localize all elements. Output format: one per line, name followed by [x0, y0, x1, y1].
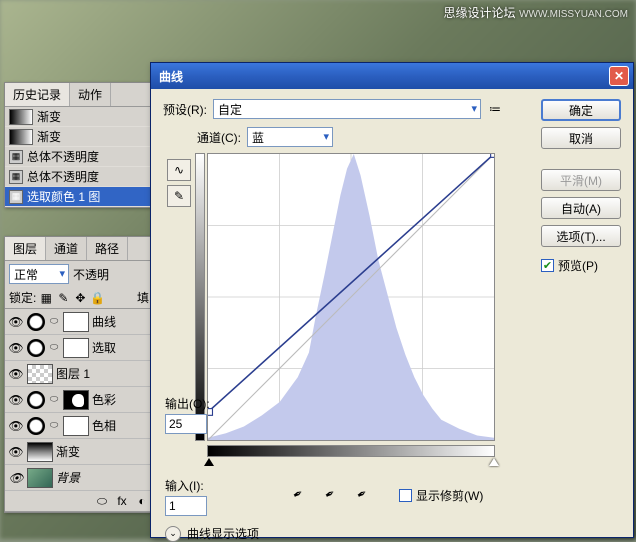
output-input[interactable] [165, 414, 207, 434]
adjustment-icon [27, 417, 45, 435]
layer-label: 色相 [92, 417, 116, 434]
preset-menu-icon[interactable]: ≔ [487, 101, 503, 117]
history-item[interactable]: 渐变 [5, 127, 153, 147]
layer-item[interactable]: 👁 ⬭ 色彩 [5, 387, 153, 413]
lock-label: 锁定: [9, 289, 36, 306]
show-clipping-checkbox[interactable] [399, 489, 412, 502]
link-icon: ⬭ [48, 420, 60, 431]
eyedropper-white-icon[interactable]: ✒ [350, 482, 375, 507]
input-gradient [207, 445, 495, 457]
eyedropper-black-icon[interactable]: ✒ [286, 482, 311, 507]
eyedropper-gray-icon[interactable]: ✒ [318, 482, 343, 507]
layer-thumb [27, 468, 53, 488]
adjustment-icon [27, 339, 45, 357]
tab-channels[interactable]: 通道 [46, 237, 87, 260]
history-item[interactable]: ▦总体不透明度 [5, 147, 153, 167]
layer-thumb [63, 416, 89, 436]
mask-icon[interactable]: ◐ [135, 494, 149, 508]
options-button[interactable]: 选项(T)... [541, 225, 621, 247]
tab-paths[interactable]: 路径 [87, 237, 128, 260]
layer-item[interactable]: 👁 ⬭ 曲线 [5, 309, 153, 335]
visibility-icon[interactable]: 👁 [8, 340, 24, 356]
tab-actions[interactable]: 动作 [70, 83, 111, 106]
preview-checkbox[interactable]: ✔ [541, 259, 554, 272]
layer-label: 渐变 [56, 443, 80, 460]
layer-thumb [63, 312, 89, 332]
channel-label: 通道(C): [197, 129, 241, 146]
fill-label: 填 [137, 289, 149, 306]
layer-item[interactable]: 👁 ⬭ 色相 [5, 413, 153, 439]
fx-icon[interactable]: fx [115, 494, 129, 508]
link-icon: ⬭ [48, 394, 60, 405]
titlebar[interactable]: 曲线 ✕ [151, 63, 633, 89]
watermark-text: 思缘设计论坛 [443, 6, 515, 20]
layer-thumb [63, 338, 89, 358]
link-icon: ⬭ [48, 342, 60, 353]
auto-button[interactable]: 自动(A) [541, 197, 621, 219]
layer-item[interactable]: 👁 渐变 [5, 439, 153, 465]
visibility-icon[interactable]: 👁 [8, 314, 24, 330]
curve-point-tool[interactable]: ∿ [167, 159, 191, 181]
layer-thumb [27, 442, 53, 462]
adjustment-icon [27, 391, 45, 409]
layer-label: 背景 [56, 469, 80, 486]
disclosure-button[interactable]: ⌄ [165, 526, 181, 542]
visibility-icon[interactable]: 👁 [8, 418, 24, 434]
opacity-label: 不透明 [73, 266, 109, 283]
input-input[interactable] [165, 496, 207, 516]
preset-label: 预设(R): [163, 101, 207, 118]
close-button[interactable]: ✕ [609, 66, 629, 86]
layer-label: 选取 [92, 339, 116, 356]
preview-label: 预览(P) [558, 257, 598, 274]
layer-thumb [27, 364, 53, 384]
history-item[interactable]: ▦总体不透明度 [5, 167, 153, 187]
layer-thumb [63, 390, 89, 410]
curve-pencil-tool[interactable]: ✎ [167, 185, 191, 207]
lock-all-icon[interactable]: 🔒 [90, 291, 104, 305]
black-point-slider[interactable] [204, 458, 214, 466]
history-item-selected[interactable]: ▦选取颜色 1 图 [5, 187, 153, 207]
layer-item[interactable]: 👁 背景 [5, 465, 153, 491]
lock-move-icon[interactable]: ✥ [73, 291, 87, 305]
cancel-button[interactable]: 取消 [541, 127, 621, 149]
tab-layers[interactable]: 图层 [5, 237, 46, 260]
link-icon: ⬭ [48, 316, 60, 327]
blend-mode-select[interactable]: 正常 [9, 264, 69, 284]
white-point-slider[interactable] [489, 458, 499, 466]
disclosure-label: 曲线显示选项 [187, 525, 259, 542]
dialog-title: 曲线 [159, 68, 183, 85]
watermark-url: WWW.MISSYUAN.COM [519, 9, 628, 20]
history-item[interactable]: 渐变 [5, 107, 153, 127]
visibility-icon[interactable]: 👁 [8, 392, 24, 408]
channel-select[interactable]: 蓝 [247, 127, 333, 147]
layer-item[interactable]: 👁 ⬭ 选取 [5, 335, 153, 361]
link-icon[interactable]: ⬭ [95, 494, 109, 508]
layer-label: 图层 1 [56, 365, 90, 382]
lock-trans-icon[interactable]: ▦ [39, 291, 53, 305]
history-panel: 历史记录 动作 渐变 渐变 ▦总体不透明度 ▦总体不透明度 ▦选取颜色 1 图 [4, 82, 154, 208]
layer-label: 曲线 [92, 313, 116, 330]
layer-item[interactable]: 👁 图层 1 [5, 361, 153, 387]
visibility-icon[interactable]: 👁 [8, 444, 24, 460]
preset-select[interactable]: 自定 [213, 99, 481, 119]
ok-button[interactable]: 确定 [541, 99, 621, 121]
smooth-button[interactable]: 平滑(M) [541, 169, 621, 191]
input-label: 输入(I): [165, 477, 207, 494]
watermark: 思缘设计论坛 WWW.MISSYUAN.COM [443, 4, 628, 21]
layers-panel: 图层 通道 路径 正常 不透明 锁定: ▦ ✎ ✥ 🔒 填 👁 ⬭ 曲线 👁 ⬭ 选取 👁 图… [4, 236, 154, 513]
visibility-icon[interactable]: 👁 [8, 366, 24, 382]
curves-dialog: 曲线 ✕ 预设(R): 自定 ≔ 通道(C): 蓝 ∿ ✎ 输出(O): 输入 [150, 62, 634, 538]
tab-history[interactable]: 历史记录 [5, 83, 70, 106]
curve-graph[interactable] [207, 153, 495, 441]
visibility-icon[interactable]: 👁 [8, 470, 24, 486]
adjustment-icon [27, 313, 45, 331]
lock-brush-icon[interactable]: ✎ [56, 291, 70, 305]
layer-label: 色彩 [92, 391, 116, 408]
output-label: 输出(O): [165, 395, 210, 412]
show-clipping-label: 显示修剪(W) [416, 487, 483, 504]
